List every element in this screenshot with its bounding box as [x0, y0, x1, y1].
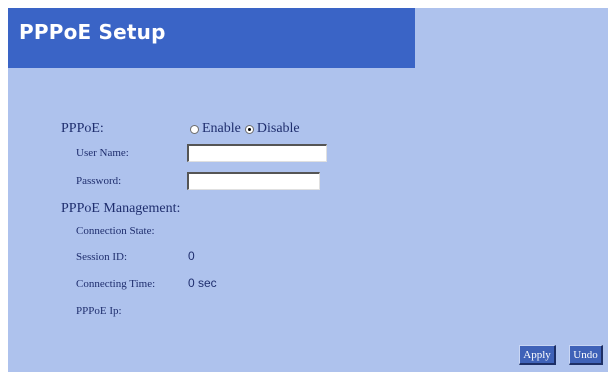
connecting-time-value: 0 sec: [188, 276, 217, 290]
password-label: Password:: [76, 175, 122, 187]
session-id-label: Session ID:: [76, 251, 128, 263]
undo-button[interactable]: Undo: [569, 345, 603, 365]
disable-radio-label[interactable]: Disable: [257, 121, 300, 137]
apply-button[interactable]: Apply: [519, 345, 556, 365]
connecting-time-label: Connecting Time:: [76, 278, 156, 290]
user-name-label: User Name:: [76, 147, 129, 159]
user-name-input[interactable]: [187, 144, 327, 162]
disable-radio[interactable]: [244, 124, 254, 134]
connection-state-label: Connection State:: [76, 225, 155, 237]
pppoe-ip-label: PPPoE Ip:: [76, 305, 122, 317]
enable-radio[interactable]: [190, 124, 199, 134]
session-id-value: 0: [188, 249, 195, 263]
page-title: PPPoE Setup: [19, 20, 166, 44]
enable-radio-label[interactable]: Enable: [202, 121, 241, 137]
password-input[interactable]: [187, 172, 320, 190]
page-header: PPPoE Setup: [8, 8, 415, 68]
pppoe-management-label: PPPoE Management:: [61, 201, 181, 216]
pppoe-setup-page: PPPoE Setup PPPoE: Enable Disable User N…: [8, 8, 608, 372]
pppoe-label: PPPoE:: [61, 121, 104, 136]
pppoe-mode-radio-group: Enable Disable: [190, 121, 304, 137]
